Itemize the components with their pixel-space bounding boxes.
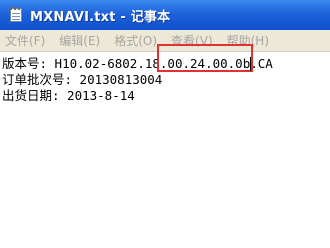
menu-format[interactable]: 格式(O) — [107, 32, 164, 49]
menu-view[interactable]: 查看(V) — [164, 32, 220, 49]
order-batch-line: 订单批次号: 20130813004 — [2, 72, 163, 87]
menu-file[interactable]: 文件(F) — [0, 32, 52, 49]
window-title: MXNAVI.txt - 记事本 — [30, 9, 171, 25]
title-bar: MXNAVI.txt - 记事本 — [0, 0, 330, 30]
ship-date-line: 出货日期: 2013-8-14 — [2, 88, 135, 103]
version-line: 版本号: H10.02-6802.18.00.24.00.0b.CA — [2, 56, 273, 71]
menu-bar: 文件(F) 编辑(E) 格式(O) 查看(V) 帮助(H) — [0, 30, 330, 52]
menu-help[interactable]: 帮助(H) — [220, 32, 276, 49]
menu-edit[interactable]: 编辑(E) — [52, 32, 107, 49]
notepad-icon — [8, 7, 24, 23]
text-caret — [250, 57, 251, 71]
text-editor[interactable]: 版本号: H10.02-6802.18.00.24.00.0b.CA 订单批次号… — [0, 53, 330, 248]
